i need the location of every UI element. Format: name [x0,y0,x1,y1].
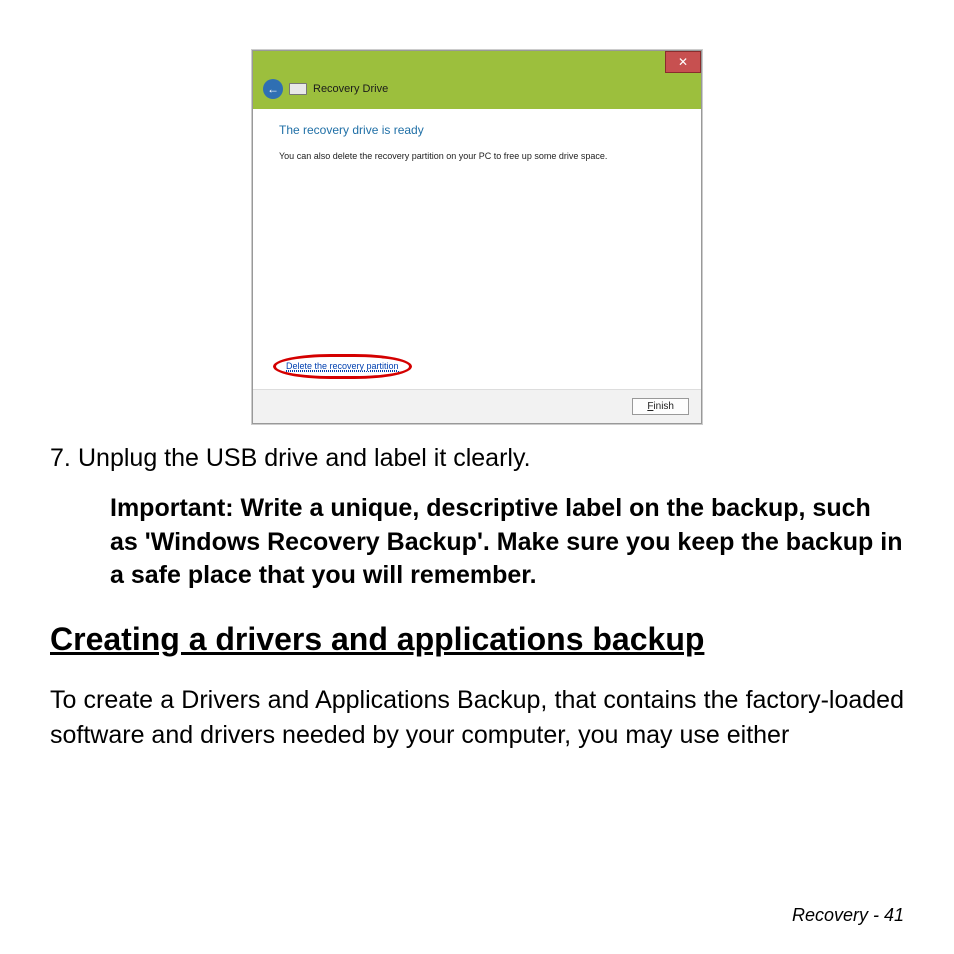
dialog-body: The recovery drive is ready You can also… [253,109,701,389]
screenshot-figure: ✕ ← Recovery Drive The recovery drive is… [50,50,904,424]
page-footer: Recovery - 41 [792,905,904,926]
close-button[interactable]: ✕ [665,51,701,73]
delete-recovery-partition-link[interactable]: Delete the recovery partition [286,361,399,372]
section-heading: Creating a drivers and applications back… [50,621,904,658]
arrow-left-icon: ← [267,82,279,96]
back-button[interactable]: ← [263,79,283,99]
important-note: Important: Write a unique, descriptive l… [110,492,904,593]
annotation-oval: Delete the recovery partition [273,354,412,379]
delete-link-highlight: Delete the recovery partition [273,354,412,379]
finish-button[interactable]: Finish [632,398,689,415]
close-icon: ✕ [678,55,688,69]
dialog-header: ← Recovery Drive [253,73,701,109]
dialog-titlebar: ✕ [253,51,701,73]
finish-label-rest: inish [653,401,674,412]
drive-icon [289,83,307,95]
step-7: 7.Unplug the USB drive and label it clea… [50,442,904,476]
step-number: 7. [50,442,78,476]
section-body: To create a Drivers and Applications Bac… [50,683,904,753]
dialog-footer: Finish [253,389,701,423]
dialog-subtext: You can also delete the recovery partiti… [279,151,675,161]
recovery-dialog: ✕ ← Recovery Drive The recovery drive is… [252,50,702,424]
dialog-heading: The recovery drive is ready [279,123,675,137]
dialog-title: Recovery Drive [313,83,388,95]
step-text: Unplug the USB drive and label it clearl… [78,444,531,472]
